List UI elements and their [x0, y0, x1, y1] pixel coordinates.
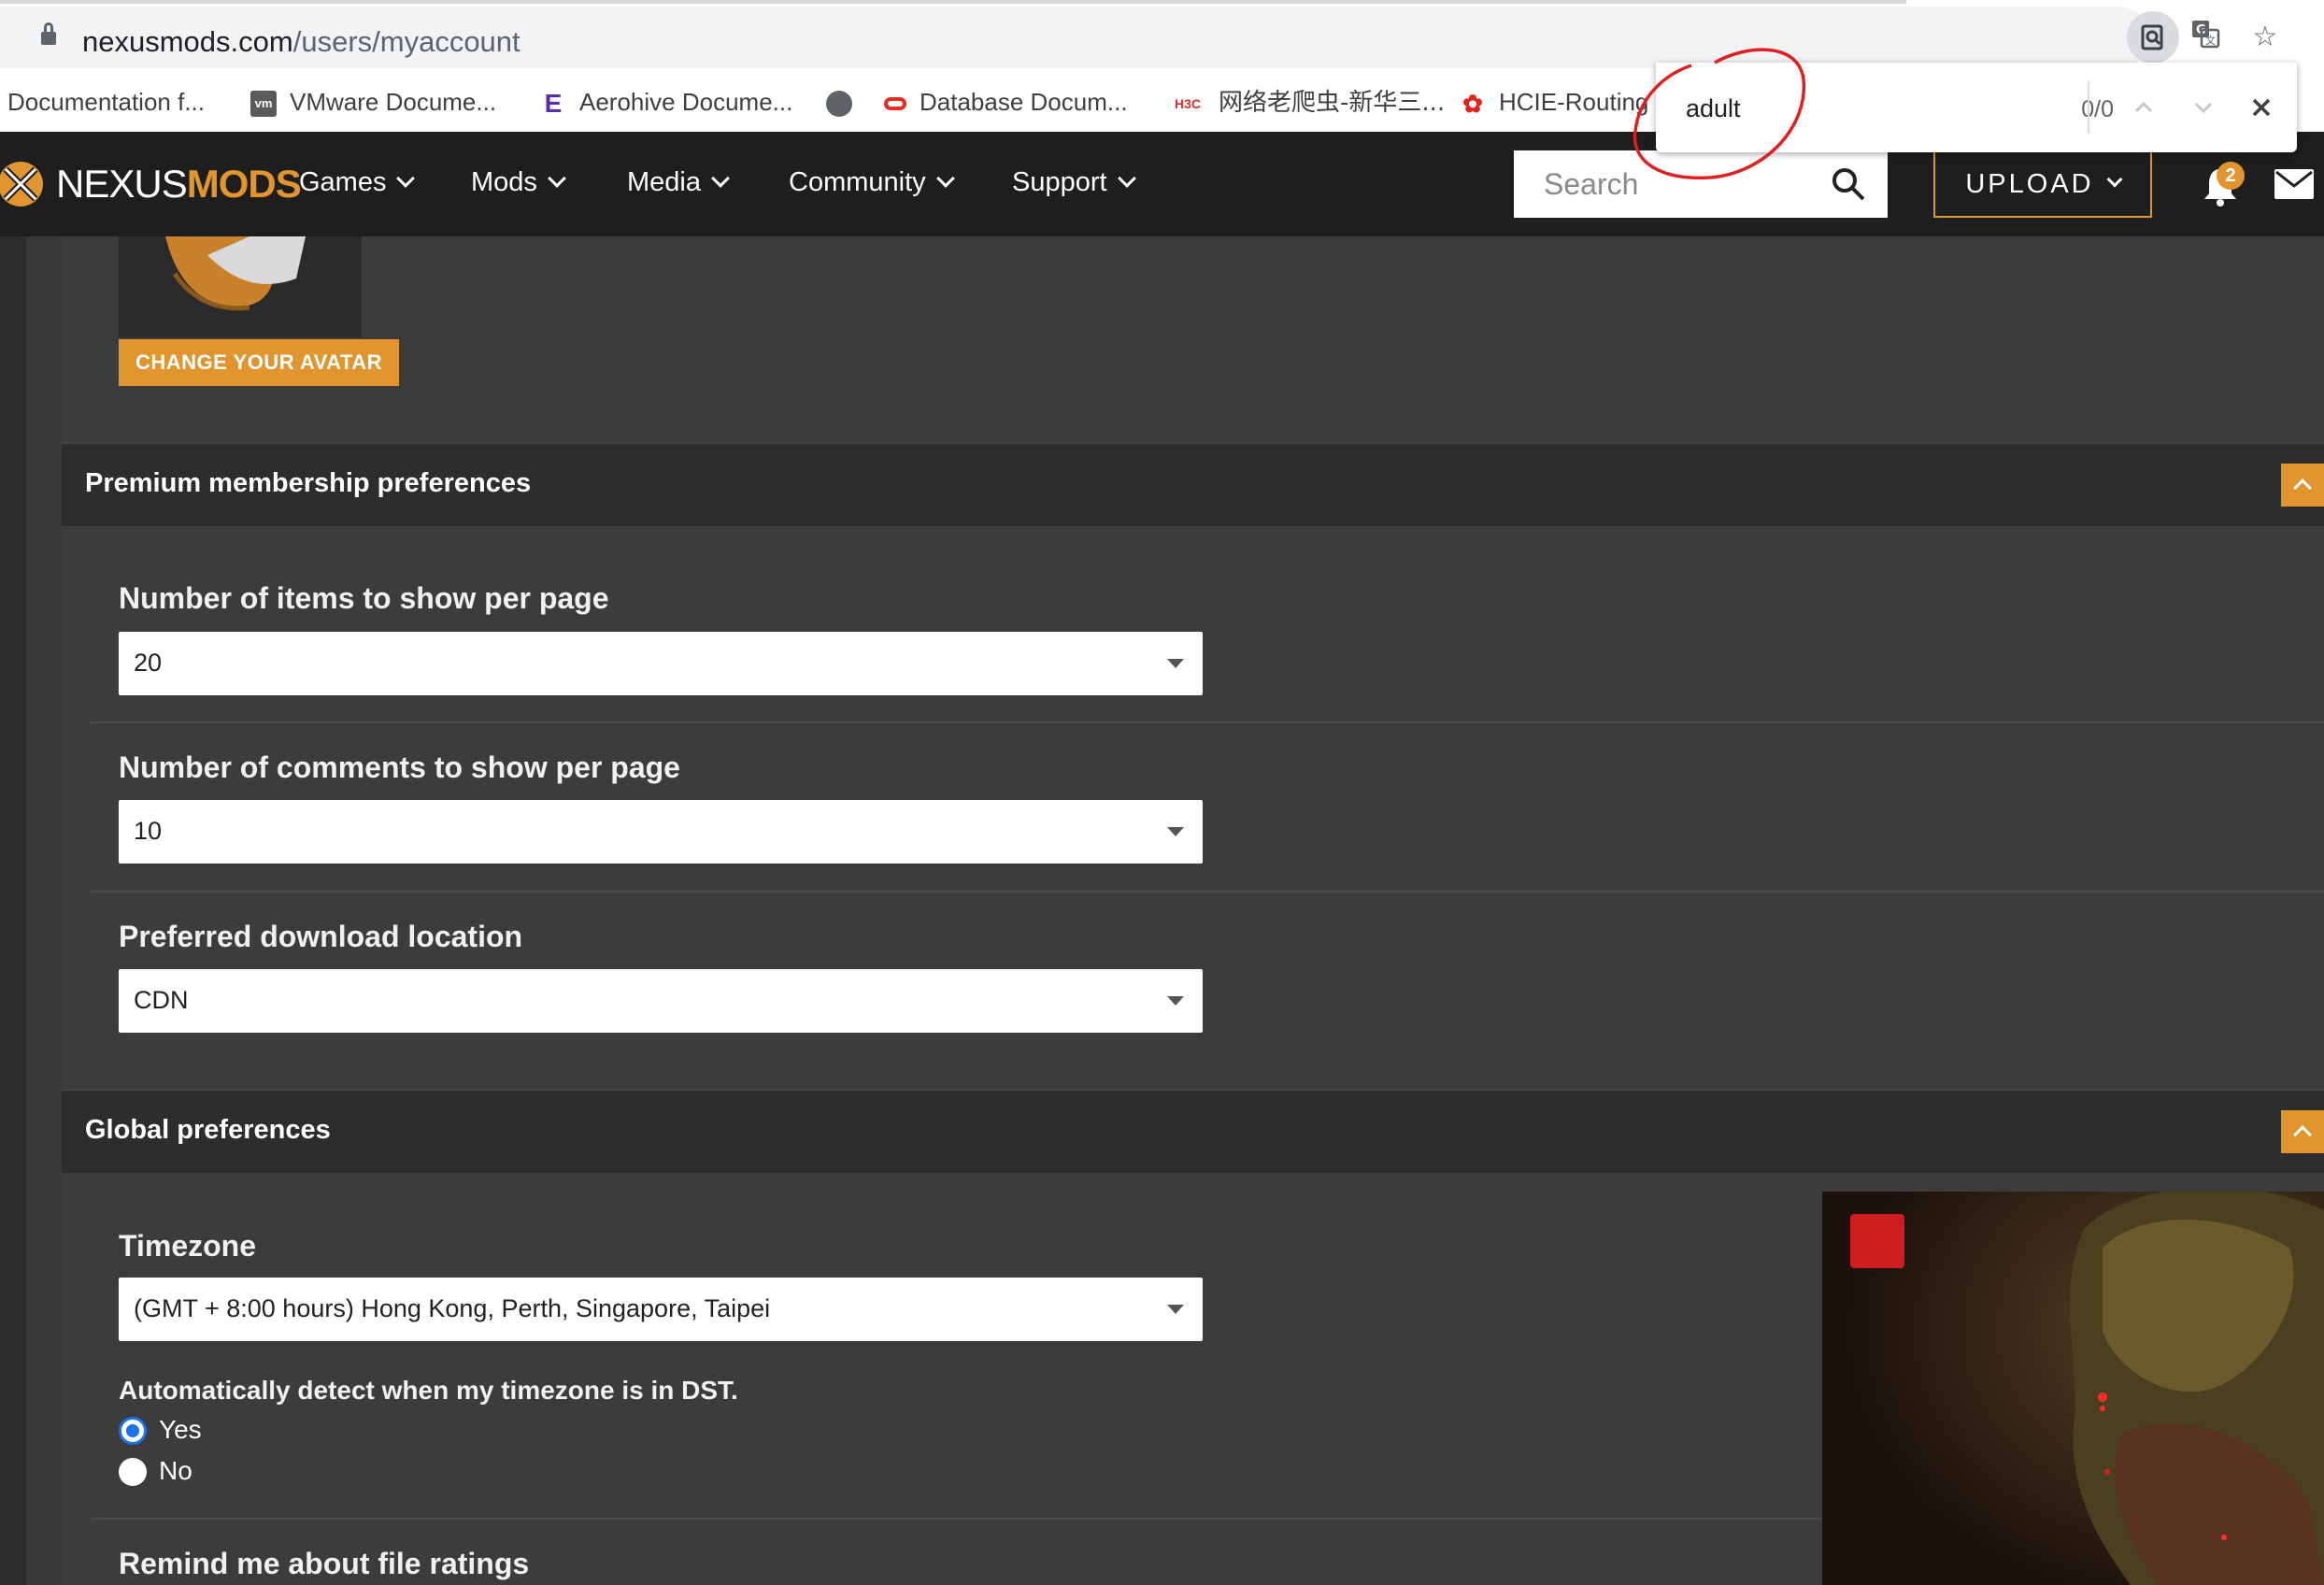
select-value: 20	[134, 649, 163, 677]
divider	[91, 1518, 1822, 1520]
find-divider	[2088, 81, 2089, 134]
dropdown-arrow-icon	[1167, 1305, 1184, 1314]
search-icon[interactable]	[1830, 165, 1867, 203]
items-per-page-select[interactable]: 20	[119, 632, 1203, 695]
nav-community[interactable]: Community	[789, 167, 955, 198]
dst-question: Automatically detect when my timezone is…	[119, 1376, 738, 1405]
chevron-down-icon	[1117, 169, 1136, 188]
nav-support[interactable]: Support	[1012, 167, 1136, 198]
url-path: /users/myaccount	[292, 25, 520, 58]
dst-no-label[interactable]: No	[159, 1456, 192, 1486]
timezone-label: Timezone	[119, 1229, 256, 1263]
h3c-icon: H3C	[1174, 96, 1201, 112]
timezone-select[interactable]: (GMT + 8:00 hours) Hong Kong, Perth, Sin…	[119, 1278, 1203, 1341]
comments-per-page-select[interactable]: 10	[119, 800, 1203, 864]
find-match-count: 0/0	[2081, 96, 2114, 122]
svg-text:文: 文	[2205, 34, 2216, 47]
bookmark-item[interactable]: E Aerohive Docume...	[540, 83, 793, 121]
nav-games[interactable]: Games	[299, 167, 416, 198]
bookmark-item[interactable]: Database Docum...	[884, 83, 1128, 121]
video-ad-player[interactable]	[1822, 1192, 2324, 1585]
aerohive-icon: E	[544, 89, 563, 119]
chevron-down-icon	[396, 169, 416, 188]
select-value: 10	[134, 817, 163, 845]
nav-label: Support	[1012, 167, 1107, 197]
dropdown-arrow-icon	[1167, 827, 1184, 836]
global-preferences-header[interactable]: Global preferences	[62, 1089, 2324, 1173]
upload-button[interactable]: UPLOAD	[1933, 150, 2152, 218]
logo-text-mods: MODS	[186, 162, 302, 206]
select-value: (GMT + 8:00 hours) Hong Kong, Perth, Sin…	[134, 1294, 771, 1322]
mail-icon[interactable]	[2274, 169, 2314, 199]
download-location-label: Preferred download location	[119, 920, 523, 953]
download-location-select[interactable]: CDN	[119, 969, 1203, 1033]
dst-yes-radio[interactable]	[119, 1417, 147, 1445]
chevron-down-icon	[548, 169, 566, 188]
find-previous-icon[interactable]	[2125, 89, 2162, 126]
divider	[91, 891, 2324, 892]
premium-preferences-header[interactable]: Premium membership preferences	[62, 442, 2324, 526]
dropdown-arrow-icon	[1167, 659, 1184, 668]
page-left-edge	[0, 236, 26, 1585]
url-text[interactable]: nexusmods.com/users/myaccount	[82, 25, 520, 59]
remind-file-ratings-label: Remind me about file ratings	[119, 1547, 530, 1580]
collapse-up-icon[interactable]	[2281, 464, 2324, 507]
find-close-icon[interactable]	[2243, 89, 2280, 126]
select-value: CDN	[134, 986, 189, 1014]
nav-mods[interactable]: Mods	[471, 167, 566, 198]
chevron-down-icon	[2106, 171, 2123, 188]
comments-per-page-label: Number of comments to show per page	[119, 750, 680, 784]
section-title: Premium membership preferences	[85, 468, 532, 498]
chevron-down-icon	[935, 169, 955, 188]
divider	[91, 721, 2324, 723]
bookmark-item[interactable]: H3C 网络老爬虫-新华三...	[1170, 83, 1445, 121]
section-title: Global preferences	[85, 1115, 331, 1145]
bookmark-item[interactable]: vm VMware Docume...	[250, 83, 496, 121]
chevron-down-icon	[711, 169, 730, 188]
page-load-progress	[0, 0, 1906, 4]
nav-label: Community	[789, 167, 926, 197]
oracle-icon	[884, 97, 906, 111]
translate-icon[interactable]: G文	[2187, 19, 2224, 56]
bookmark-label: VMware Docume...	[290, 88, 497, 116]
bookmark-item[interactable]: ✿ HCIE-Routing	[1460, 83, 1648, 121]
vmware-icon: vm	[250, 91, 277, 118]
bookmark-label: Documentation f...	[7, 88, 205, 116]
bookmark-item[interactable]: Documentation f...	[7, 83, 205, 121]
bookmark-item[interactable]	[826, 83, 865, 121]
upload-label: UPLOAD	[1965, 169, 2094, 199]
nav-media[interactable]: Media	[627, 167, 730, 198]
avatar	[119, 236, 362, 337]
globe-icon	[826, 91, 852, 118]
bookmark-star-icon[interactable]: ☆	[2246, 19, 2284, 56]
url-domain: nexusmods.com	[82, 25, 293, 58]
dropdown-arrow-icon	[1167, 996, 1184, 1006]
nav-label: Games	[299, 167, 387, 197]
find-next-icon[interactable]	[2185, 89, 2222, 126]
lock-icon[interactable]	[41, 22, 56, 45]
search-page-icon[interactable]	[2127, 11, 2179, 64]
change-avatar-button[interactable]: CHANGE YOUR AVATAR	[119, 339, 399, 386]
nav-label: Media	[627, 167, 701, 197]
bookmark-label: Database Docum...	[920, 88, 1128, 116]
nav-label: Mods	[471, 167, 537, 197]
dst-no-radio[interactable]	[119, 1458, 147, 1486]
items-per-page-label: Number of items to show per page	[119, 581, 609, 615]
dst-yes-label[interactable]: Yes	[159, 1415, 202, 1445]
notification-badge: 2	[2217, 162, 2245, 190]
site-logo[interactable]: NEXUSMODS	[56, 160, 302, 208]
channel-logo-icon	[1850, 1214, 1904, 1268]
bookmark-label: Aerohive Docume...	[579, 88, 793, 116]
omnibox[interactable]: nexusmods.com/users/myaccount	[0, 7, 2149, 68]
collapse-up-icon[interactable]	[2281, 1110, 2324, 1153]
huawei-icon: ✿	[1462, 90, 1483, 119]
nexusmods-logo-icon[interactable]	[0, 160, 49, 208]
page-left-stripe	[26, 236, 62, 1585]
bookmark-label: 网络老爬虫-新华三...	[1219, 89, 1446, 117]
logo-text-nexus: NEXUS	[56, 162, 188, 206]
annotation-circle	[1633, 48, 1806, 180]
